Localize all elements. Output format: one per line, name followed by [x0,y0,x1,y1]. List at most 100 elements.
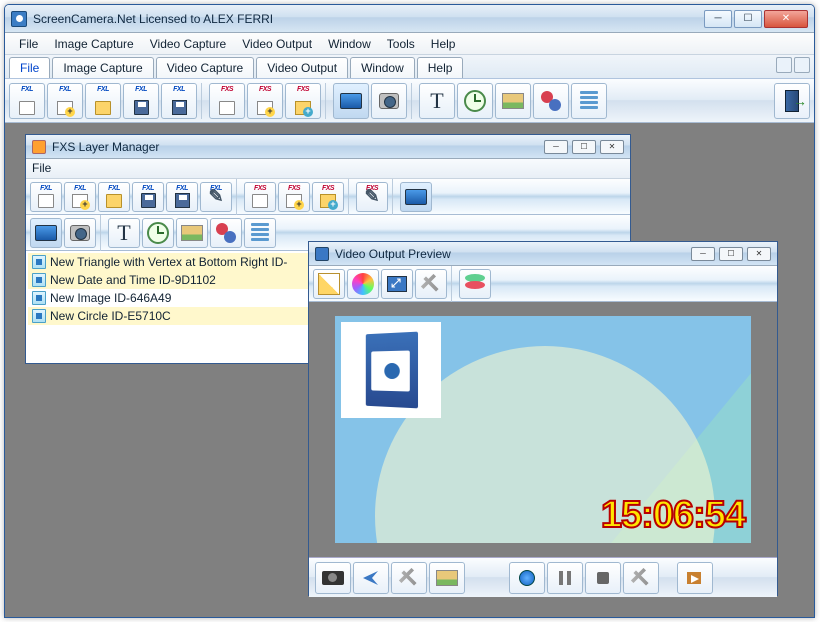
lm-fxl-new-plus[interactable] [64,182,96,212]
lm-cam[interactable] [64,218,96,248]
fxl-open-button[interactable] [85,83,121,119]
toolbar-config-icon[interactable] [776,57,792,73]
layer-manager-title: FXS Layer Manager [52,140,544,154]
fxl-saveas-button[interactable] [161,83,197,119]
stack-layer-button[interactable] [571,83,607,119]
record-button[interactable] [509,562,545,594]
preview-title: Video Output Preview [335,247,691,261]
preview-window[interactable]: Video Output Preview ─ ☐ ✕ [308,241,778,596]
maximize-button[interactable]: ☐ [734,10,762,28]
tab-video-capture[interactable]: Video Capture [156,57,255,78]
layer-label: New Circle ID-E5710C [50,309,171,323]
preview-icon [315,247,329,261]
layer-checkbox-icon[interactable] [32,255,46,269]
menu-help[interactable]: Help [423,35,464,53]
tab-help[interactable]: Help [417,57,464,78]
product-image [341,322,441,418]
lm-fxl-saveas[interactable] [166,182,198,212]
preview-toolbar [309,266,777,302]
pv-close-button[interactable]: ✕ [747,247,771,261]
tab-image-capture[interactable]: Image Capture [52,57,153,78]
lm-fxl-save[interactable] [132,182,164,212]
layer-checkbox-icon[interactable] [32,309,46,323]
workspace: FXS Layer Manager ─ ☐ ✕ File [5,123,814,617]
exit-button[interactable] [774,83,810,119]
layer-checkbox-icon[interactable] [32,291,46,305]
menu-tools[interactable]: Tools [379,35,423,53]
lm-fxl-new[interactable] [30,182,62,212]
main-toolbar: T [5,79,814,123]
pv-color-button[interactable] [347,269,379,299]
preview-titlebar[interactable]: Video Output Preview ─ ☐ ✕ [309,242,777,266]
pv-ruler-button[interactable] [313,269,345,299]
layer-label: New Triangle with Vertex at Bottom Right… [50,255,287,269]
lm-clock[interactable] [142,218,174,248]
app-icon [11,11,27,27]
screen-capture-button[interactable] [333,83,369,119]
lm-fxs-edit[interactable] [356,182,388,212]
minimize-button[interactable]: ─ [704,10,732,28]
layer-label: New Image ID-646A49 [50,291,171,305]
preview-bottom-bar [309,557,777,597]
send-button[interactable] [353,562,389,594]
layer-checkbox-icon[interactable] [32,273,46,287]
lm-minimize-button[interactable]: ─ [544,140,568,154]
menu-video-output[interactable]: Video Output [234,35,320,53]
lm-toolbar-1 [26,179,630,215]
menu-video-capture[interactable]: Video Capture [142,35,235,53]
lm-close-button[interactable]: ✕ [600,140,624,154]
pv-maximize-button[interactable]: ☐ [719,247,743,261]
lm-stack[interactable] [244,218,276,248]
datetime-layer-button[interactable] [457,83,493,119]
lm-monitor[interactable] [400,182,432,212]
pv-tools-button[interactable] [415,269,447,299]
main-window: ScreenCamera.Net Licensed to ALEX FERRI … [4,4,815,618]
menu-window[interactable]: Window [320,35,379,53]
main-title: ScreenCamera.Net Licensed to ALEX FERRI [33,12,704,26]
record-tools-button[interactable] [623,562,659,594]
pause-button[interactable] [547,562,583,594]
layer-manager-menubar: File [26,159,630,179]
webcam-button[interactable] [371,83,407,119]
fxs-new-button[interactable] [209,83,245,119]
lm-fxs-new[interactable] [244,182,276,212]
tab-video-output[interactable]: Video Output [256,57,348,78]
image-layer-button[interactable] [495,83,531,119]
lm-shape[interactable] [210,218,242,248]
main-tabbar: File Image Capture Video Capture Video O… [5,55,814,79]
fxs-new-plus-button[interactable] [247,83,283,119]
pv-minimize-button[interactable]: ─ [691,247,715,261]
fxl-save-button[interactable] [123,83,159,119]
text-layer-button[interactable]: T [419,83,455,119]
layer-manager-icon [32,140,46,154]
main-titlebar[interactable]: ScreenCamera.Net Licensed to ALEX FERRI … [5,5,814,33]
lm-text[interactable]: T [108,218,140,248]
menu-file[interactable]: File [11,35,46,53]
tab-file[interactable]: File [9,57,50,78]
tab-window[interactable]: Window [350,57,415,78]
lm-maximize-button[interactable]: ☐ [572,140,596,154]
snapshot-button[interactable] [315,562,351,594]
stop-button[interactable] [585,562,621,594]
pv-database-button[interactable] [459,269,491,299]
shape-layer-button[interactable] [533,83,569,119]
lm-fxs-new-plus[interactable] [278,182,310,212]
pv-fullscreen-button[interactable] [381,269,413,299]
lm-fxl-edit[interactable] [200,182,232,212]
lm-screen[interactable] [30,218,62,248]
close-button[interactable]: ✕ [764,10,808,28]
fxl-new-plus-button[interactable] [47,83,83,119]
menu-image-capture[interactable]: Image Capture [46,35,141,53]
lm-image[interactable] [176,218,208,248]
lm-fxl-open[interactable] [98,182,130,212]
toolbar-pin-icon[interactable] [794,57,810,73]
snapshot-tools-button[interactable] [391,562,427,594]
fxl-new-button[interactable] [9,83,45,119]
lm-menu-file[interactable]: File [32,161,51,175]
lm-fxs-open[interactable] [312,182,344,212]
fxs-open-button[interactable] [285,83,321,119]
layer-manager-titlebar[interactable]: FXS Layer Manager ─ ☐ ✕ [26,135,630,159]
snapshot-image-button[interactable] [429,562,465,594]
output-button[interactable] [677,562,713,594]
preview-canvas[interactable]: 15:06:54 [335,316,751,543]
